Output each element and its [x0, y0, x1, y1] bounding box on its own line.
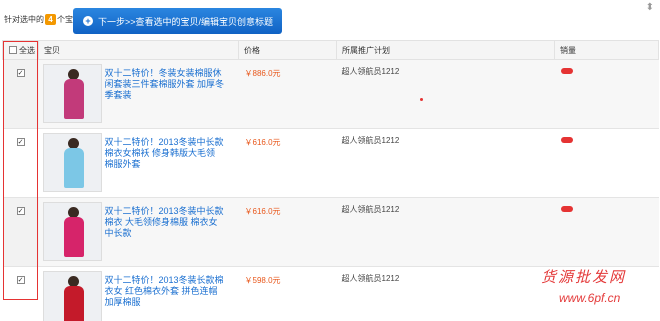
- row-checkbox-cell[interactable]: ✓: [2, 128, 39, 198]
- price-value: ￥616.0元: [244, 207, 281, 216]
- plan-cell: 超人领航员1212: [336, 128, 555, 198]
- header-sales: 销量: [554, 40, 659, 60]
- selection-summary: 针对选中的 4 个宝贝: [4, 14, 81, 25]
- next-step-label: 下一步>>查看选中的宝贝/编辑宝贝创意标题: [98, 16, 274, 27]
- header-item: 宝贝: [38, 40, 239, 60]
- price-value: ￥598.0元: [244, 276, 281, 285]
- plan-name: 超人领航员1212: [341, 67, 400, 76]
- next-step-button[interactable]: + 下一步>>查看选中的宝贝/编辑宝贝创意标题: [73, 8, 282, 34]
- select-all-checkbox[interactable]: [9, 46, 17, 54]
- watermark: 货源批发网 www.6pf.cn: [541, 266, 659, 318]
- plan-cell: 超人领航员1212: [336, 59, 555, 129]
- plan-name: 超人领航员1212: [341, 274, 400, 283]
- product-title-link[interactable]: 双十二特价！2013冬装中长款棉衣 大毛领修身棉服 棉衣女中长款: [105, 202, 225, 261]
- row-checkbox-cell[interactable]: ✓: [2, 266, 39, 321]
- header-plan: 所属推广计划: [336, 40, 555, 60]
- select-all-label: 全选: [19, 45, 35, 55]
- watermark-text: 货源批发网: [541, 268, 627, 286]
- table-row[interactable]: ✓ 双十二特价！2013冬装中长款棉衣女棉袄 修身韩版大毛领 棉服外套 ￥616.0…: [2, 128, 659, 198]
- annotation-dot: [420, 98, 423, 101]
- table-header: 全选 宝贝 价格 所属推广计划 销量: [2, 40, 659, 60]
- row-checkbox[interactable]: ✓: [16, 275, 25, 284]
- selected-count-badge: 4: [45, 14, 56, 25]
- toolbar: 针对选中的 4 个宝贝 + 下一步>>查看选中的宝贝/编辑宝贝创意标题: [0, 0, 660, 36]
- item-cell: 双十二特价！2013冬装中长款棉衣女棉袄 修身韩版大毛领 棉服外套: [38, 128, 239, 198]
- row-checkbox-cell[interactable]: ✓: [2, 59, 39, 129]
- summary-prefix: 针对选中的: [4, 15, 44, 24]
- watermark-url: www.6pf.cn: [559, 291, 621, 305]
- product-title-link[interactable]: 双十二特价！2013冬装中长款棉衣女棉袄 修身韩版大毛领 棉服外套: [105, 133, 225, 192]
- redacted-mark: [560, 206, 573, 212]
- price-cell: ￥616.0元: [238, 197, 337, 267]
- redacted-mark: [560, 68, 573, 74]
- sales-cell: [554, 128, 659, 198]
- row-checkbox-cell[interactable]: ✓: [2, 197, 39, 267]
- row-checkbox[interactable]: ✓: [16, 68, 25, 77]
- header-price: 价格: [238, 40, 337, 60]
- item-cell: 双十二特价！2013冬装长款棉衣女 红色棉衣外套 拼色连帽加厚棉服: [38, 266, 239, 321]
- table-row[interactable]: ✓ 双十二特价！2013冬装中长款棉衣 大毛领修身棉服 棉衣女中长款 ￥616.0元…: [2, 197, 659, 267]
- row-checkbox[interactable]: ✓: [16, 137, 25, 146]
- price-value: ￥886.0元: [244, 69, 281, 78]
- plan-cell: 超人领航员1212: [336, 197, 555, 267]
- product-photo[interactable]: [42, 133, 102, 192]
- item-cell: 双十二特价！冬装女装棉服休闲套装三件套棉服外套 加厚冬季套装: [38, 59, 239, 129]
- plan-cell: 超人领航员1212: [336, 266, 555, 321]
- header-select-all[interactable]: 全选: [2, 40, 39, 60]
- row-checkbox[interactable]: ✓: [16, 206, 25, 215]
- add-circle-icon: +: [83, 16, 93, 26]
- price-value: ￥616.0元: [244, 138, 281, 147]
- sales-cell: [554, 197, 659, 267]
- item-cell: 双十二特价！2013冬装中长款棉衣 大毛领修身棉服 棉衣女中长款: [38, 197, 239, 267]
- price-cell: ￥886.0元: [238, 59, 337, 129]
- table-row[interactable]: ✓ 双十二特价！冬装女装棉服休闲套装三件套棉服外套 加厚冬季套装 ￥886.0元 超人…: [2, 59, 659, 129]
- product-title-link[interactable]: 双十二特价！2013冬装长款棉衣女 红色棉衣外套 拼色连帽加厚棉服: [105, 271, 225, 321]
- product-photo[interactable]: [42, 64, 102, 123]
- price-cell: ￥598.0元: [238, 266, 337, 321]
- plan-name: 超人领航员1212: [341, 205, 400, 214]
- redacted-mark: [560, 137, 573, 143]
- product-photo[interactable]: [42, 271, 102, 321]
- product-title-link[interactable]: 双十二特价！冬装女装棉服休闲套装三件套棉服外套 加厚冬季套装: [105, 64, 225, 123]
- table-settings-icon[interactable]: ⬍: [646, 2, 654, 13]
- price-cell: ￥616.0元: [238, 128, 337, 198]
- plan-name: 超人领航员1212: [341, 136, 400, 145]
- sales-cell: [554, 59, 659, 129]
- product-photo[interactable]: [42, 202, 102, 261]
